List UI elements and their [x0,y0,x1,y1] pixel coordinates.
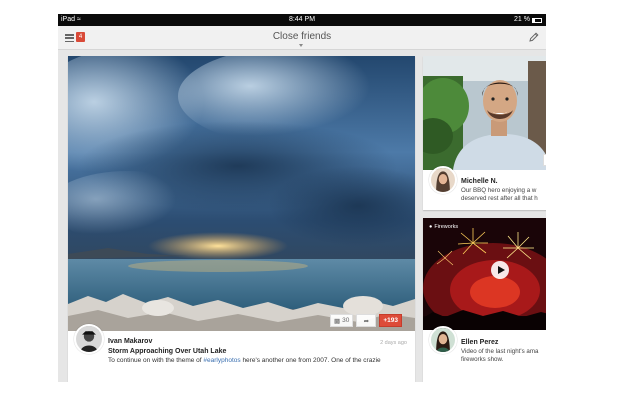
comment-count: 30 [342,317,350,324]
video-thumbnail[interactable] [423,218,546,330]
author-name[interactable]: Ivan Makarov [108,338,152,345]
post-body-line-2: deserved rest after all that h [461,195,538,202]
compose-icon[interactable] [528,31,540,43]
chevron-down-icon[interactable] [299,44,303,47]
status-bar: iPad ≈ 8:44 PM 21 % [58,14,546,26]
battery-text: 21 % [514,16,530,23]
main-post-card[interactable]: ▩ 30 ➦ +193 Ivan Makarov 2 days ago Stor… [68,56,415,382]
post-body-line-1: Video of the last night's ama [461,348,539,355]
side-post-card[interactable]: ↗ Michelle N. Our BBQ hero enjoying a w … [423,56,546,210]
comment-icon: ▩ [334,317,341,325]
post-photo[interactable] [68,56,415,331]
post-body-continued: here's another one from 2007. One of the… [240,357,381,364]
video-label: ● Fireworks [429,224,458,230]
device-screen: iPad ≈ 8:44 PM 21 % 4 Close friends ▩ 30… [58,14,546,382]
battery-status: 21 % [514,14,542,26]
timestamp: 2 days ago [380,340,407,346]
stream-selector-title[interactable]: Close friends [58,31,546,42]
play-icon [497,266,505,274]
post-body-text: To continue on with the theme of [108,357,204,364]
post-photo[interactable] [423,56,546,170]
avatar[interactable] [74,324,104,354]
post-body-line-2: fireworks show. [461,356,504,363]
post-body-line-1: Our BBQ hero enjoying a w [461,187,537,194]
comments-button[interactable]: ▩ 30 [330,314,354,327]
share-icon: ➦ [363,317,370,325]
author-name[interactable]: Ellen Perez [461,339,498,346]
app-bar: 4 Close friends [58,26,546,50]
battery-icon [532,17,542,23]
avatar[interactable] [429,166,457,194]
clock: 8:44 PM [288,16,316,23]
play-button[interactable] [491,261,509,279]
hashtag-link[interactable]: #earlyphotos [203,357,240,364]
share-button[interactable]: ➦ [356,314,377,327]
post-title: Storm Approaching Over Utah Lake [108,348,227,355]
video-camera-icon: ● [429,224,433,230]
post-actions: ▩ 30 ➦ +193 [330,314,403,327]
author-name[interactable]: Michelle N. [461,178,498,185]
share-icon[interactable]: ↗ [543,154,546,166]
plus-one-button[interactable]: +193 [379,314,403,327]
post-body: To continue on with the theme of #earlyp… [108,357,381,364]
side-post-card-video[interactable]: ● Fireworks Ellen Perez Video of the las… [423,218,546,382]
avatar[interactable] [429,326,457,354]
video-label-text: Fireworks [434,224,459,230]
